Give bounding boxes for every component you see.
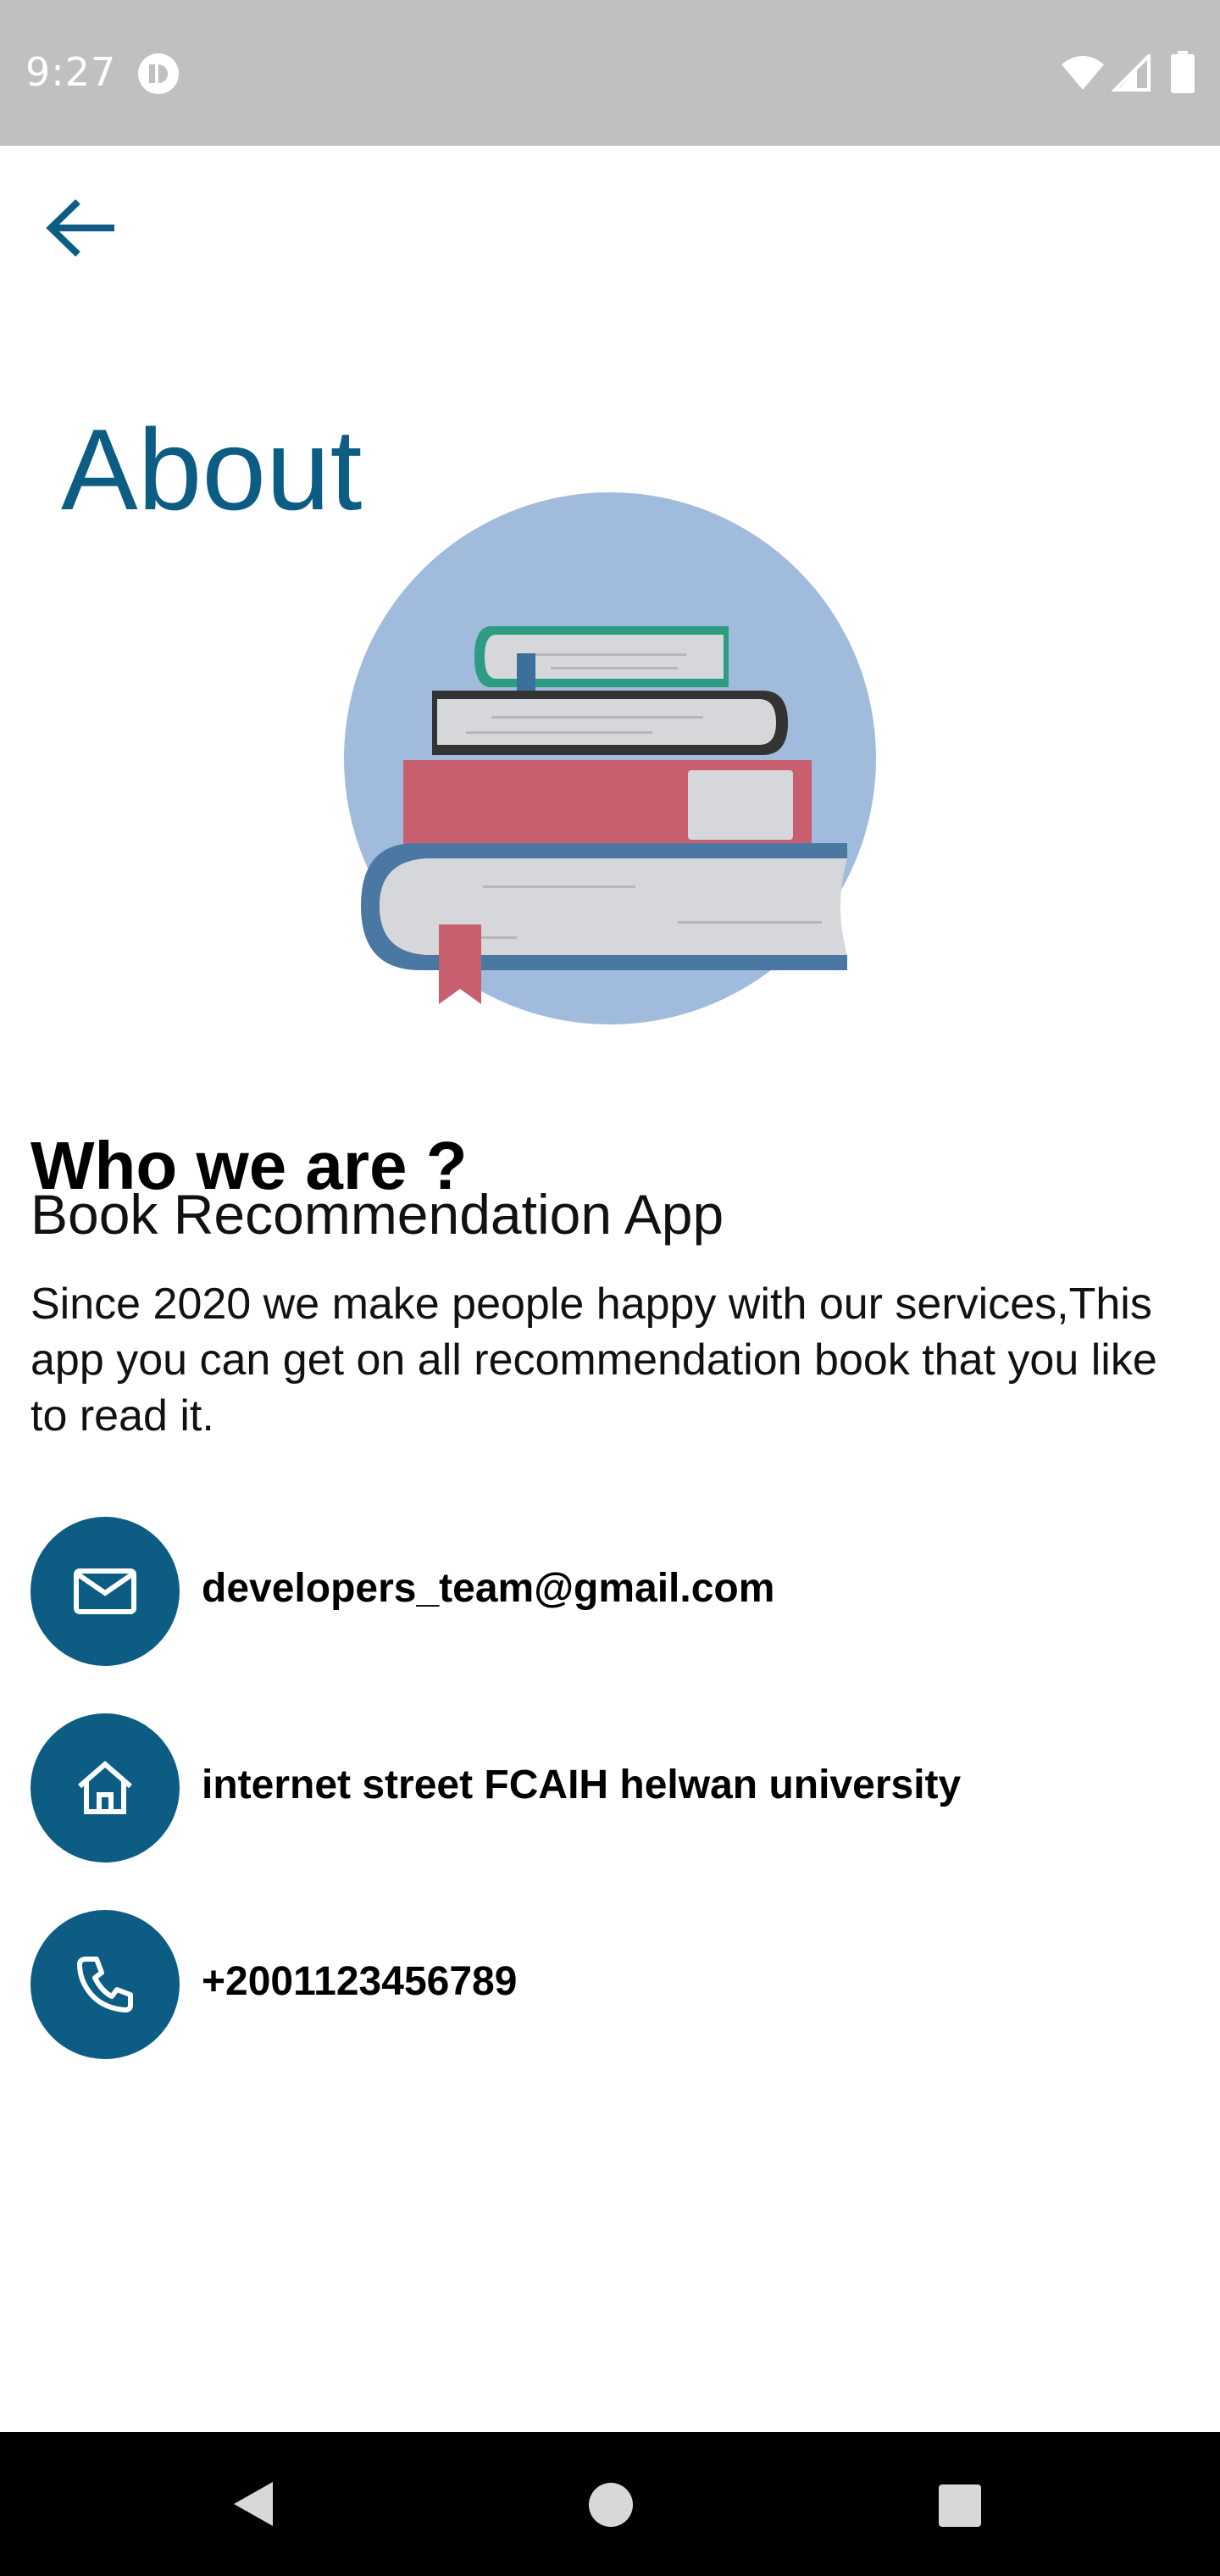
nav-home-icon[interactable] xyxy=(589,2483,633,2527)
back-button[interactable] xyxy=(34,181,127,275)
status-bar: 9:27 xyxy=(0,0,1220,146)
email-icon-button[interactable] xyxy=(30,1517,180,1666)
email-icon xyxy=(74,1568,136,1614)
phone-icon xyxy=(77,1957,133,2012)
arrow-left-icon xyxy=(46,199,114,257)
contact-phone[interactable]: +2001123456789 xyxy=(30,1910,1191,2059)
description: Since 2020 we make people happy with our… xyxy=(30,1280,1157,1441)
nav-back-icon[interactable] xyxy=(229,2479,280,2529)
signal-icon xyxy=(1112,54,1151,92)
status-time: 9:27 xyxy=(25,49,117,95)
wifi-icon xyxy=(1062,56,1104,90)
app-name: Book Recommendation App xyxy=(30,1183,724,1246)
app-notification-icon xyxy=(138,53,179,94)
email-text[interactable]: developers_team@gmail.com xyxy=(202,1564,774,1613)
home-icon xyxy=(78,1761,132,1814)
contact-address[interactable]: internet street FCAIH helwan university xyxy=(30,1713,1191,1863)
page-title: About xyxy=(61,405,363,535)
phone-icon-button[interactable] xyxy=(30,1910,180,2059)
phone-text[interactable]: +2001123456789 xyxy=(202,1957,517,2007)
home-icon-button[interactable] xyxy=(30,1713,180,1863)
nav-recents-icon[interactable] xyxy=(939,2484,981,2527)
address-text[interactable]: internet street FCAIH helwan university xyxy=(202,1761,961,1810)
battery-icon xyxy=(1171,51,1195,93)
contact-email[interactable]: developers_team@gmail.com xyxy=(30,1517,1191,1666)
book-stack-illustration xyxy=(344,492,876,1024)
